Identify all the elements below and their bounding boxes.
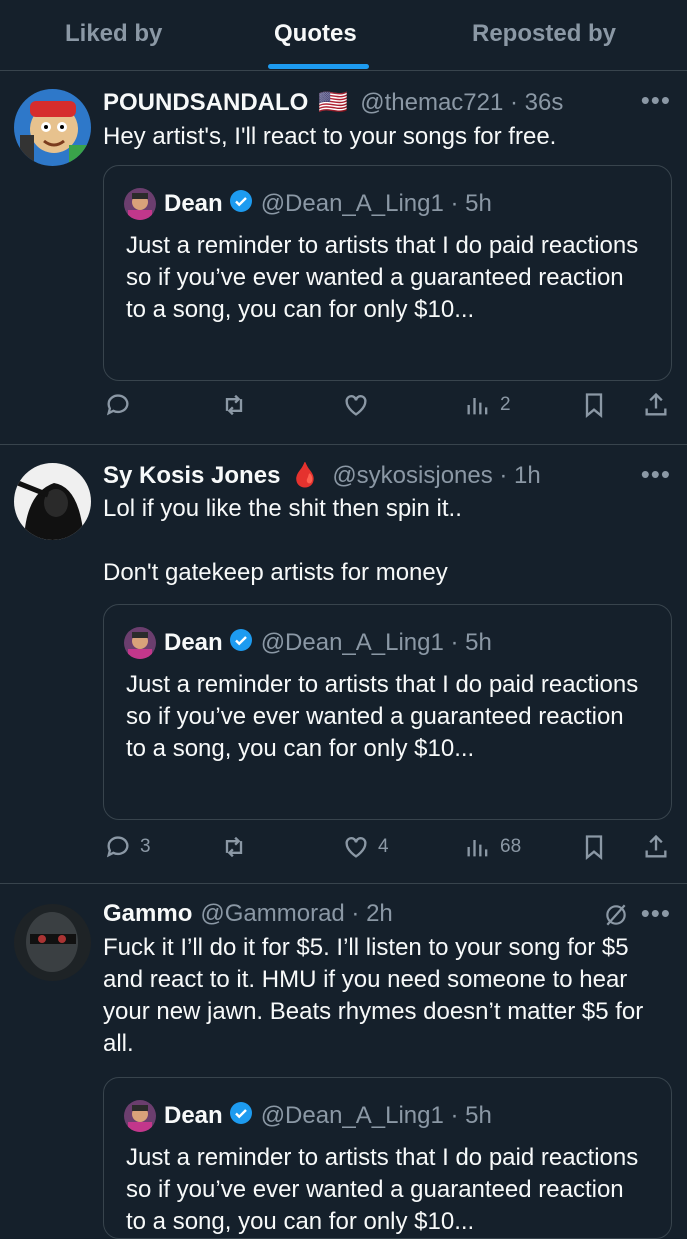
quoted-avatar bbox=[124, 188, 156, 220]
repost-button[interactable] bbox=[220, 833, 248, 861]
repost-icon bbox=[225, 836, 243, 858]
tweet-text: Fuck it I’ll do it for $5. I’ll listen t… bbox=[103, 934, 644, 1057]
quoted-text: Just a reminder to artists that I do pai… bbox=[126, 671, 639, 762]
views-icon bbox=[467, 398, 488, 415]
avatar-image bbox=[14, 463, 91, 540]
verified-badge-icon bbox=[229, 628, 253, 659]
handle-timestamp[interactable]: @sykosisjones · 1h bbox=[332, 462, 540, 490]
share-icon bbox=[645, 392, 667, 416]
share-icon bbox=[645, 834, 667, 858]
heart-icon bbox=[345, 395, 367, 416]
avatar[interactable] bbox=[14, 89, 91, 166]
quoted-tweet[interactable]: Dean @Dean_A_Ling1 · 5h Just a reminder … bbox=[103, 604, 672, 820]
quoted-display-name: Dean bbox=[164, 1102, 223, 1129]
reply-button[interactable] bbox=[104, 391, 140, 419]
quoted-tweet[interactable]: Dean @Dean_A_Ling1 · 5h Just a reminder … bbox=[103, 165, 672, 381]
views-count: 68 bbox=[500, 836, 522, 857]
avatar[interactable] bbox=[14, 463, 91, 540]
verified-badge-icon bbox=[229, 189, 253, 220]
views-button[interactable]: 68 bbox=[464, 833, 521, 861]
flag-emoji: 🇺🇸 bbox=[318, 89, 349, 116]
tweet-header: Gammo @Gammorad · 2h bbox=[103, 900, 393, 928]
tweet-text: Hey artist's, I'll react to your songs f… bbox=[103, 123, 557, 150]
quoted-display-name: Dean bbox=[164, 190, 223, 217]
quote-tweet[interactable]: Gammo @Gammorad · 2h ••• Fuck it I’ll do… bbox=[0, 884, 687, 1239]
tab-reposted-by[interactable]: Reposted by bbox=[472, 20, 616, 48]
verified-badge-icon bbox=[229, 1101, 253, 1132]
bookmark-icon bbox=[585, 835, 603, 860]
more-icon[interactable]: ••• bbox=[641, 459, 671, 490]
avatar-image bbox=[14, 904, 91, 981]
display-name[interactable]: POUNDSANDALO bbox=[103, 89, 308, 117]
quoted-text: Just a reminder to artists that I do pai… bbox=[126, 232, 639, 323]
grok-icon[interactable] bbox=[603, 902, 629, 933]
tab-liked-by[interactable]: Liked by bbox=[65, 20, 162, 48]
display-name[interactable]: Sy Kosis Jones bbox=[103, 462, 280, 490]
views-count: 2 bbox=[500, 394, 511, 415]
tweet-actions: 3 4 68 bbox=[0, 833, 687, 873]
repost-button[interactable] bbox=[220, 391, 248, 419]
share-button[interactable] bbox=[642, 833, 670, 861]
reply-icon bbox=[106, 394, 129, 416]
share-button[interactable] bbox=[642, 391, 670, 419]
tweet-header: POUNDSANDALO 🇺🇸 @themac721 · 36s bbox=[103, 88, 563, 117]
handle-timestamp[interactable]: @themac721 · 36s bbox=[360, 89, 563, 117]
repost-icon bbox=[225, 394, 243, 416]
tweet-actions: 2 bbox=[0, 391, 687, 431]
more-icon[interactable]: ••• bbox=[641, 898, 671, 929]
display-name[interactable]: Gammo bbox=[103, 900, 192, 928]
quoted-handle-timestamp: @Dean_A_Ling1 · 5h bbox=[260, 190, 492, 217]
bookmark-icon bbox=[585, 393, 603, 418]
like-button[interactable]: 4 bbox=[342, 833, 389, 861]
quoted-text: Just a reminder to artists that I do pai… bbox=[126, 1144, 639, 1235]
reply-button[interactable]: 3 bbox=[104, 833, 151, 861]
tweet-header: Sy Kosis Jones 🩸 @sykosisjones · 1h bbox=[103, 461, 541, 490]
active-tab-indicator bbox=[268, 64, 369, 69]
like-count: 4 bbox=[378, 836, 389, 857]
bookmark-button[interactable] bbox=[580, 391, 608, 419]
views-icon bbox=[467, 840, 488, 857]
quoted-handle-timestamp: @Dean_A_Ling1 · 5h bbox=[260, 629, 492, 656]
quoted-header: Dean @Dean_A_Ling1 · 5h bbox=[124, 627, 492, 659]
quoted-display-name: Dean bbox=[164, 629, 223, 656]
avatar-image bbox=[14, 89, 91, 166]
reply-count: 3 bbox=[140, 836, 151, 857]
quoted-avatar bbox=[124, 627, 156, 659]
tweet-text: Lol if you like the shit then spin it.. … bbox=[103, 495, 462, 586]
like-button[interactable] bbox=[342, 391, 378, 419]
heart-icon bbox=[345, 837, 367, 858]
reply-icon bbox=[106, 836, 129, 858]
quote-tweet[interactable]: Sy Kosis Jones 🩸 @sykosisjones · 1h ••• … bbox=[0, 445, 687, 884]
views-button[interactable]: 2 bbox=[464, 391, 511, 419]
quoted-avatar bbox=[124, 1100, 156, 1132]
blood-drop-emoji: 🩸 bbox=[290, 462, 321, 489]
quoted-header: Dean @Dean_A_Ling1 · 5h bbox=[124, 1100, 492, 1132]
tab-quotes[interactable]: Quotes bbox=[274, 20, 357, 48]
tab-bar: Liked by Quotes Reposted by bbox=[0, 0, 687, 71]
avatar[interactable] bbox=[14, 904, 91, 981]
quoted-header: Dean @Dean_A_Ling1 · 5h bbox=[124, 188, 492, 220]
bookmark-button[interactable] bbox=[580, 833, 608, 861]
quoted-handle-timestamp: @Dean_A_Ling1 · 5h bbox=[260, 1102, 492, 1129]
quote-tweet[interactable]: POUNDSANDALO 🇺🇸 @themac721 · 36s ••• Hey… bbox=[0, 71, 687, 445]
more-icon[interactable]: ••• bbox=[641, 85, 671, 116]
quoted-tweet[interactable]: Dean @Dean_A_Ling1 · 5h Just a reminder … bbox=[103, 1077, 672, 1239]
handle-timestamp[interactable]: @Gammorad · 2h bbox=[200, 900, 392, 928]
